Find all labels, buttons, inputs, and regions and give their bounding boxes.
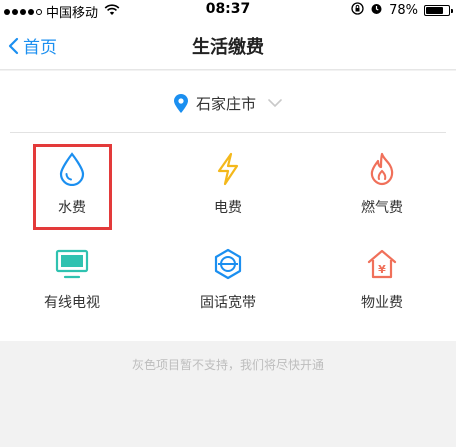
- status-right: 78%: [351, 2, 453, 19]
- svg-text:¥: ¥: [378, 263, 386, 276]
- service-label: 物业费: [361, 295, 403, 311]
- footer-note: 灰色项目暂不支持，我们将尽快开通: [131, 358, 324, 372]
- tv-icon: [55, 244, 89, 284]
- house-yuan-icon: ¥: [366, 244, 398, 284]
- back-label: 首页: [23, 38, 57, 58]
- city-name: 石家庄市: [195, 94, 256, 113]
- status-bar: 中国移动 08:37 78%: [0, 0, 456, 21]
- water-drop-icon: [58, 149, 86, 189]
- flame-icon: [367, 149, 397, 189]
- chevron-down-icon: [268, 98, 282, 107]
- orientation-lock-icon: [351, 2, 364, 19]
- service-label: 固话宽带: [200, 295, 256, 311]
- battery-icon: [424, 5, 453, 16]
- page-title: 生活缴费: [192, 37, 264, 58]
- service-cable-tv[interactable]: 有线电视: [7, 228, 137, 318]
- battery-percent: 78%: [389, 3, 418, 18]
- service-property-fee[interactable]: ¥ 物业费: [317, 228, 447, 318]
- service-label: 有线电视: [44, 295, 100, 311]
- alarm-icon: [370, 2, 383, 19]
- service-gas[interactable]: 燃气费: [317, 133, 447, 223]
- chevron-left-icon: [8, 37, 19, 54]
- navigation-bar: 首页 生活缴费: [0, 20, 456, 70]
- main-content: 石家庄市 水费 电费 燃气费 有线电视 固话宽带 ¥ 物业费: [0, 71, 456, 341]
- location-pin-icon: [173, 93, 188, 113]
- service-label: 电费: [214, 200, 242, 216]
- back-button[interactable]: 首页: [8, 33, 57, 58]
- service-broadband[interactable]: 固话宽带: [163, 228, 293, 318]
- city-selector[interactable]: 石家庄市: [0, 83, 456, 123]
- service-label: 水费: [58, 200, 86, 216]
- service-label: 燃气费: [361, 200, 403, 216]
- broadband-icon: [212, 244, 244, 284]
- service-electricity[interactable]: 电费: [163, 133, 293, 223]
- lightning-icon: [215, 149, 241, 189]
- service-water[interactable]: 水费: [7, 133, 137, 223]
